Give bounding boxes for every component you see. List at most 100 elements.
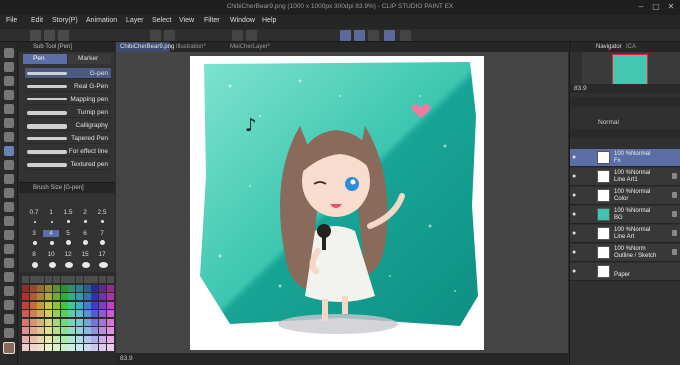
- color-swatch[interactable]: [83, 310, 91, 317]
- navigator-slider[interactable]: [570, 97, 680, 107]
- color-swatch[interactable]: [99, 301, 106, 309]
- size-label[interactable]: 5: [60, 230, 76, 237]
- color-swatch[interactable]: [60, 318, 68, 326]
- color-swatch[interactable]: [22, 327, 29, 334]
- menu-filter[interactable]: Filter: [204, 17, 220, 24]
- color-swatch[interactable]: [29, 344, 37, 351]
- undo-icon[interactable]: [150, 30, 161, 41]
- color-swatch[interactable]: [91, 301, 99, 309]
- new-file-icon[interactable]: [30, 30, 41, 41]
- color-swatch[interactable]: [106, 335, 114, 343]
- color-swatch[interactable]: [83, 318, 91, 326]
- color-swatch[interactable]: [75, 301, 83, 309]
- tab-navigator[interactable]: Navigator: [596, 44, 622, 50]
- snap-grid-icon[interactable]: [354, 30, 365, 41]
- color-swatch[interactable]: [99, 327, 106, 334]
- fill-icon[interactable]: [4, 244, 14, 254]
- menu-view[interactable]: View: [179, 17, 194, 24]
- zoom-readout[interactable]: 83.9: [120, 355, 133, 362]
- color-swatch[interactable]: [68, 318, 76, 326]
- color-swatch[interactable]: [75, 293, 83, 300]
- color-swatch[interactable]: [22, 310, 29, 317]
- figure-icon[interactable]: [4, 272, 14, 282]
- color-swatch[interactable]: [52, 310, 60, 317]
- color-swatch[interactable]: [91, 310, 99, 317]
- snap-special-ruler-icon[interactable]: [368, 30, 379, 41]
- size-label[interactable]: 17: [94, 251, 110, 258]
- color-swatch[interactable]: [52, 284, 60, 292]
- color-swatch[interactable]: [29, 318, 37, 326]
- color-swatch[interactable]: [22, 335, 29, 343]
- color-swatch[interactable]: [68, 310, 76, 317]
- size-label[interactable]: 7: [94, 230, 110, 237]
- close-icon[interactable]: ✕: [666, 2, 676, 12]
- brush-tapered-pen[interactable]: Tapered Pen: [25, 133, 111, 144]
- maximize-icon[interactable]: ▢: [651, 2, 661, 12]
- color-swatch[interactable]: [52, 344, 60, 351]
- color-swatch[interactable]: [68, 335, 76, 343]
- size-label-selected[interactable]: 4: [43, 230, 59, 237]
- eraser-icon[interactable]: [4, 216, 14, 226]
- color-swatch[interactable]: [60, 310, 68, 317]
- color-swatch[interactable]: [83, 293, 91, 300]
- brush-textured-pen[interactable]: Textured pen: [25, 159, 111, 170]
- gradient-icon[interactable]: [4, 258, 14, 268]
- color-swatch[interactable]: [37, 318, 45, 326]
- lock-icon[interactable]: [672, 230, 677, 236]
- color-swatch[interactable]: [99, 344, 106, 351]
- color-swatch[interactable]: [75, 310, 83, 317]
- tab-marker[interactable]: Marker: [68, 54, 111, 64]
- color-swatch[interactable]: [99, 310, 106, 317]
- color-swatch[interactable]: [45, 284, 53, 292]
- color-swatch[interactable]: [22, 344, 29, 351]
- pencil-icon[interactable]: [4, 160, 14, 170]
- redo-icon[interactable]: [164, 30, 175, 41]
- color-swatch[interactable]: [91, 318, 99, 326]
- color-swatch[interactable]: [37, 301, 45, 309]
- menu-select[interactable]: Select: [152, 17, 171, 24]
- color-swatch[interactable]: [29, 310, 37, 317]
- menu-edit[interactable]: Edit: [31, 17, 43, 24]
- color-swatch[interactable]: [106, 284, 114, 292]
- eyedropper-icon[interactable]: [4, 132, 14, 142]
- open-file-icon[interactable]: [44, 30, 55, 41]
- eye-icon[interactable]: ●: [572, 268, 576, 275]
- snap-ruler-icon[interactable]: [340, 30, 351, 41]
- size-label[interactable]: 2.5: [94, 209, 110, 216]
- color-swatch[interactable]: [52, 327, 60, 334]
- color-swatch[interactable]: [91, 344, 99, 351]
- color-swatch[interactable]: [52, 276, 60, 283]
- color-swatch[interactable]: [106, 344, 114, 351]
- size-label[interactable]: 12: [60, 251, 76, 258]
- color-swatch[interactable]: [75, 335, 83, 343]
- selection-icon[interactable]: [4, 104, 14, 114]
- size-label[interactable]: 1: [43, 209, 59, 216]
- color-swatch[interactable]: [83, 327, 91, 334]
- pen-pressure-icon[interactable]: [384, 30, 395, 41]
- color-swatch[interactable]: [75, 344, 83, 351]
- color-swatch[interactable]: [91, 276, 99, 283]
- menu-animation[interactable]: Animation: [86, 17, 117, 24]
- move-layer-icon[interactable]: [4, 90, 14, 100]
- lock-icon[interactable]: [672, 192, 677, 198]
- color-swatch[interactable]: [37, 276, 45, 283]
- move-icon[interactable]: [4, 62, 14, 72]
- color-swatch[interactable]: [106, 301, 114, 309]
- color-swatch[interactable]: [106, 293, 114, 300]
- balloon-icon[interactable]: [4, 328, 14, 338]
- brush-effect-line[interactable]: For effect line: [25, 146, 111, 157]
- color-swatch[interactable]: [68, 344, 76, 351]
- save-icon[interactable]: [58, 30, 69, 41]
- color-swatch[interactable]: [99, 318, 106, 326]
- size-label[interactable]: 1.5: [60, 209, 76, 216]
- color-swatch[interactable]: [83, 284, 91, 292]
- color-swatch[interactable]: [60, 293, 68, 300]
- color-swatch[interactable]: [75, 284, 83, 292]
- color-swatch[interactable]: [45, 318, 53, 326]
- color-swatch[interactable]: [91, 284, 99, 292]
- tab-document-active[interactable]: ChibiCherBear9.png: [116, 42, 174, 52]
- color-swatch[interactable]: [60, 344, 68, 351]
- menu-file[interactable]: File: [6, 17, 17, 24]
- layer-item-bg[interactable]: ● 100 %Normal BG: [570, 206, 680, 224]
- color-swatch[interactable]: [52, 318, 60, 326]
